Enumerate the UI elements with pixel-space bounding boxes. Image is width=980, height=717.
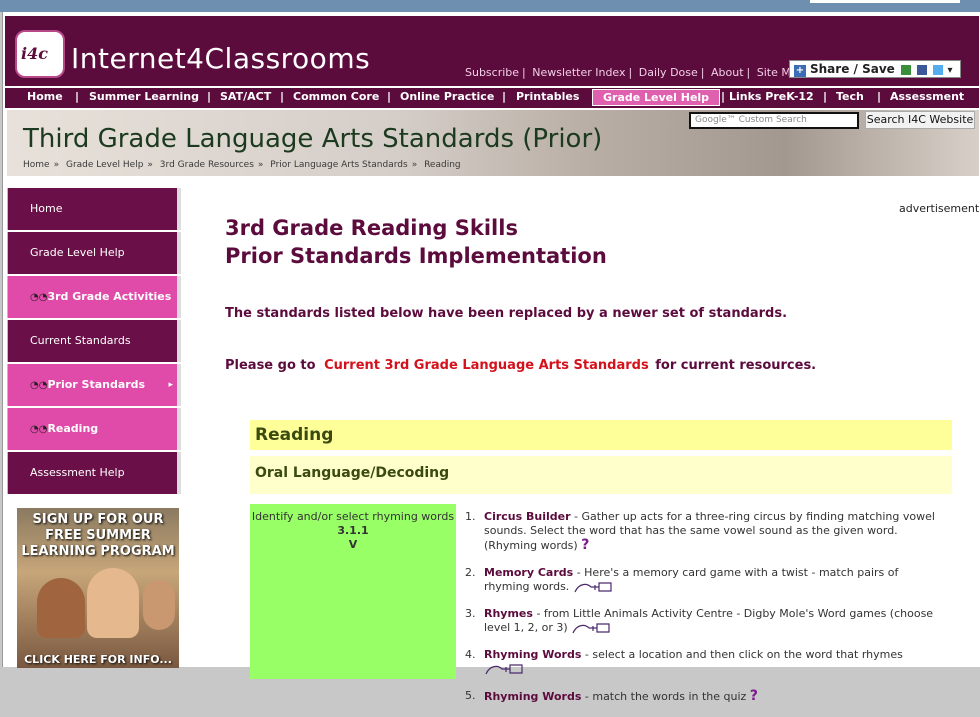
activity-link[interactable]: Rhyming Words	[484, 690, 581, 703]
chevron-right-icon: ▸	[168, 380, 173, 390]
sidebar-item-3rd-grade-activities[interactable]: ◔◔3rd Grade Activities	[7, 276, 181, 318]
facebook-icon	[917, 64, 928, 75]
glasses-icon: ◔◔	[30, 292, 48, 303]
breadcrumb-home[interactable]: Home	[23, 160, 50, 170]
link-newsletter-index[interactable]: Newsletter Index	[532, 66, 625, 79]
nav-sat-act[interactable]: SAT/ACT	[220, 90, 271, 103]
list-item: 3. Rhymes - from Little Animals Activity…	[465, 607, 934, 634]
promo-cta: CLICK HERE FOR INFO...	[24, 653, 172, 666]
twitter-icon	[933, 64, 944, 75]
replaced-notice: The standards listed below have been rep…	[225, 306, 788, 321]
promo-photo-child	[37, 578, 85, 638]
activity-link[interactable]: Memory Cards	[484, 566, 573, 579]
page-banner: Google™ Custom Search Search I4C Website…	[7, 110, 979, 176]
glasses-icon: ◔◔	[30, 424, 48, 435]
standard-description: Identify and/or select rhyming words	[251, 510, 455, 523]
browser-top-strip	[0, 0, 980, 12]
site-header: i4c Internet4Classrooms Subscribe | Newsl…	[5, 16, 979, 86]
section-heading: Reading	[250, 420, 952, 450]
promo-photo-child	[87, 568, 139, 638]
sidebar-item-grade-level-help[interactable]: Grade Level Help	[7, 232, 181, 274]
headphones-icon	[572, 623, 610, 634]
nav-printables[interactable]: Printables	[516, 90, 579, 103]
list-item: 4. Rhyming Words - select a location and…	[465, 648, 941, 676]
activity-link[interactable]: Rhymes	[484, 607, 533, 620]
standard-cell: Identify and/or select rhyming words 3.1…	[250, 504, 456, 679]
advertisement-label: advertisement	[899, 202, 980, 215]
current-standards-pointer: Please go to Current 3rd Grade Language …	[225, 358, 817, 373]
standard-code: 3.1.1	[337, 524, 369, 537]
subsection-heading: Oral Language/Decoding	[250, 456, 952, 494]
promo-headline: SIGN UP FOR OUR FREE SUMMER LEARNING PRO…	[21, 512, 175, 559]
share-service-icon	[900, 64, 911, 75]
list-item: 1. Circus Builder - Gather up acts for a…	[465, 510, 935, 553]
breadcrumb: Home» Grade Level Help» 3rd Grade Resour…	[23, 160, 461, 170]
activity-link[interactable]: Circus Builder	[484, 510, 571, 523]
link-about[interactable]: About	[711, 66, 744, 79]
top-links: Subscribe | Newsletter Index | Daily Dose |…	[465, 66, 805, 79]
headphones-icon	[574, 582, 612, 593]
i4c-logo-icon: i4c	[15, 30, 65, 78]
link-daily-dose[interactable]: Daily Dose	[639, 66, 698, 79]
headphones-icon	[485, 664, 523, 675]
list-item: 2. Memory Cards - Here's a memory card g…	[465, 566, 899, 593]
promo-photo-child	[143, 580, 175, 630]
search-button[interactable]: Search I4C Website	[865, 111, 975, 129]
list-item: 5. Rhyming Words - match the words in th…	[465, 688, 758, 704]
breadcrumb-grade-level-help[interactable]: Grade Level Help	[66, 160, 143, 170]
question-mark-icon: ?	[749, 688, 758, 704]
nav-grade-level-help[interactable]: Grade Level Help	[592, 89, 721, 106]
breadcrumb-3rd-grade-resources[interactable]: 3rd Grade Resources	[160, 160, 254, 170]
site-name: Internet4Classrooms	[71, 42, 371, 75]
current-standards-link[interactable]: Current 3rd Grade Language Arts Standard…	[324, 358, 649, 373]
top-search-sliver[interactable]	[810, 0, 960, 3]
breadcrumb-reading: Reading	[424, 160, 461, 170]
nav-common-core[interactable]: Common Core	[293, 90, 379, 103]
page-title: Third Grade Language Arts Standards (Pri…	[23, 124, 603, 154]
summer-program-ad[interactable]: SIGN UP FOR OUR FREE SUMMER LEARNING PRO…	[17, 508, 179, 668]
sidebar-item-current-standards[interactable]: Current Standards	[7, 320, 181, 362]
activity-link[interactable]: Rhyming Words	[484, 648, 581, 661]
sidebar-item-reading[interactable]: ◔◔Reading	[7, 408, 181, 450]
breadcrumb-prior-standards[interactable]: Prior Language Arts Standards	[270, 160, 407, 170]
nav-home[interactable]: Home	[27, 90, 63, 103]
activity-list: 1. Circus Builder - Gather up acts for a…	[465, 510, 941, 717]
sidebar-item-assessment-help[interactable]: Assessment Help	[7, 452, 181, 494]
nav-assessment[interactable]: Assessment	[890, 90, 964, 103]
glasses-icon: ◔◔	[30, 380, 48, 391]
main-nav: Home | Summer Learning | SAT/ACT | Commo…	[5, 86, 979, 108]
plus-icon: +	[794, 65, 806, 77]
sidebar-nav: Home Grade Level Help ◔◔3rd Grade Activi…	[7, 188, 181, 496]
custom-search-input[interactable]: Google™ Custom Search	[689, 112, 859, 129]
main-heading: 3rd Grade Reading Skills Prior Standards…	[225, 216, 607, 268]
chevron-down-icon: ▾	[947, 65, 953, 76]
share-save-button[interactable]: + Share / Save ▾	[789, 60, 961, 78]
link-subscribe[interactable]: Subscribe	[465, 66, 519, 79]
nav-tech[interactable]: Tech	[836, 90, 864, 103]
sidebar-item-prior-standards[interactable]: ◔◔Prior Standards ▸	[7, 364, 181, 406]
site-logo[interactable]: i4c Internet4Classrooms	[7, 20, 370, 82]
page: i4c Internet4Classrooms Subscribe | Newsl…	[2, 12, 980, 703]
nav-summer-learning[interactable]: Summer Learning	[89, 90, 199, 103]
nav-online-practice[interactable]: Online Practice	[400, 90, 494, 103]
sidebar-item-home[interactable]: Home	[7, 188, 181, 230]
question-mark-icon: ?	[581, 537, 590, 553]
standard-level: V	[348, 538, 358, 551]
nav-links-prek-12[interactable]: Links PreK-12	[729, 90, 814, 103]
